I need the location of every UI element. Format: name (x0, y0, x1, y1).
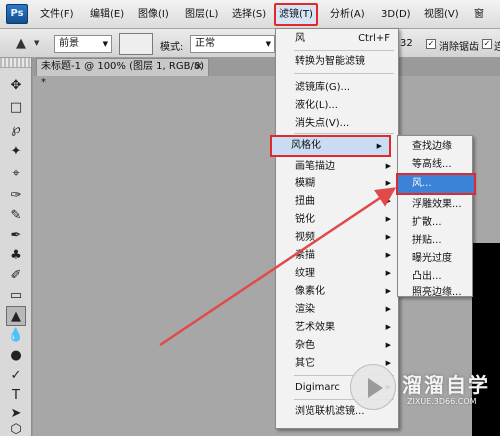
watermark: 溜溜自学 ZIXUE.3D66.COM (350, 358, 500, 428)
watermark-url: ZIXUE.3D66.COM (407, 397, 477, 406)
watermark-text: 溜溜自学 (402, 373, 490, 397)
play-logo-icon (350, 364, 396, 410)
annotation-arrow-line (159, 187, 397, 347)
